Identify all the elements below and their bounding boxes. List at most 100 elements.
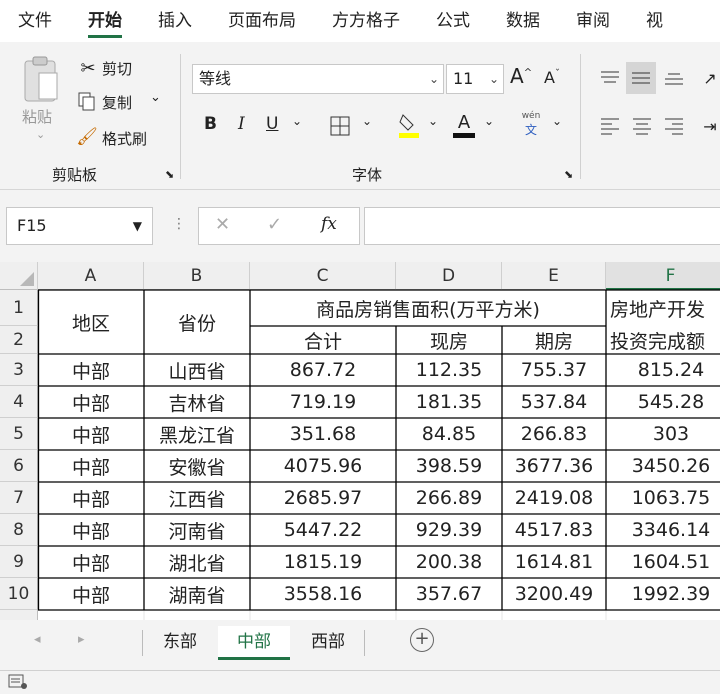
header-future[interactable]: 期房 xyxy=(502,326,606,354)
cell-region[interactable]: 中部 xyxy=(38,386,144,418)
confirm-icon[interactable]: ✓ xyxy=(267,214,282,235)
tab-insert[interactable]: 插入 xyxy=(140,0,210,42)
align-top-icon[interactable] xyxy=(596,64,624,92)
cell-region[interactable]: 中部 xyxy=(38,482,144,514)
cell-investment[interactable]: 1063.75 xyxy=(606,482,720,514)
cell-province[interactable]: 黑龙江省 xyxy=(144,418,250,450)
cell-province[interactable]: 安徽省 xyxy=(144,450,250,482)
underline-chevron-down-icon[interactable]: ⌄ xyxy=(292,114,302,128)
cell-region[interactable]: 中部 xyxy=(38,354,144,386)
header-total[interactable]: 合计 xyxy=(250,326,396,354)
cell-investment[interactable]: 545.28 xyxy=(606,386,720,418)
border-icon[interactable] xyxy=(328,114,352,138)
cell-investment[interactable]: 1604.51 xyxy=(606,546,720,578)
row-header-10[interactable]: 10 xyxy=(0,578,38,610)
cell-region[interactable]: 中部 xyxy=(38,418,144,450)
formula-bar-divider-icon[interactable]: ⋮ xyxy=(172,216,186,232)
tab-file[interactable]: 文件 xyxy=(0,0,70,42)
select-all-corner[interactable] xyxy=(0,262,38,290)
cell-existing[interactable]: 200.38 xyxy=(396,546,502,578)
macro-record-icon[interactable] xyxy=(8,674,28,690)
align-bottom-icon[interactable] xyxy=(660,64,688,92)
cell-future[interactable]: 3677.36 xyxy=(502,450,606,482)
sheet-tab-east[interactable]: 东部 xyxy=(146,626,214,660)
row-header-1[interactable]: 1 xyxy=(0,290,38,326)
cell-investment[interactable]: 1992.39 xyxy=(606,578,720,610)
indent-icon[interactable]: ⇥ xyxy=(700,112,720,140)
sheet-tab-west[interactable]: 西部 xyxy=(294,626,362,660)
tab-page-layout[interactable]: 页面布局 xyxy=(210,0,314,42)
cell-total[interactable]: 3558.16 xyxy=(250,578,396,610)
cell-province[interactable]: 河南省 xyxy=(144,514,250,546)
column-header-e[interactable]: E xyxy=(502,262,606,290)
font-name-select[interactable]: 等线 ⌄ xyxy=(192,64,444,94)
header-sales-area[interactable]: 商品房销售面积(万平方米) xyxy=(250,290,606,326)
align-left-icon[interactable] xyxy=(596,112,624,140)
tab-formulas[interactable]: 公式 xyxy=(418,0,488,42)
header-investment-line2[interactable]: 投资完成额 xyxy=(610,326,720,354)
chevron-down-icon[interactable]: ▼ xyxy=(133,208,142,244)
tab-review[interactable]: 审阅 xyxy=(558,0,628,42)
tab-fangfang[interactable]: 方方格子 xyxy=(314,0,418,42)
cell-province[interactable]: 江西省 xyxy=(144,482,250,514)
cell-future[interactable]: 2419.08 xyxy=(502,482,606,514)
column-header-d[interactable]: D xyxy=(396,262,502,290)
formula-input[interactable] xyxy=(364,207,720,245)
cell-region[interactable]: 中部 xyxy=(38,546,144,578)
header-province[interactable]: 省份 xyxy=(144,290,250,354)
column-header-a[interactable]: A xyxy=(38,262,144,290)
cell-investment[interactable]: 815.24 xyxy=(606,354,720,386)
column-header-f[interactable]: F xyxy=(606,262,720,290)
copy-button[interactable]: 复制 xyxy=(102,92,132,113)
copy-chevron-down-icon[interactable]: ⌄ xyxy=(150,90,161,105)
cell-total[interactable]: 5447.22 xyxy=(250,514,396,546)
text-orientation-icon[interactable]: ↗ xyxy=(700,64,720,92)
row-header-7[interactable]: 7 xyxy=(0,482,38,514)
fill-color-icon[interactable] xyxy=(396,110,422,140)
cell-existing[interactable]: 112.35 xyxy=(396,354,502,386)
paste-chevron-down-icon[interactable]: ⌄ xyxy=(36,128,45,141)
header-investment-line1[interactable]: 房地产开发 xyxy=(610,290,720,326)
cell-total[interactable]: 1815.19 xyxy=(250,546,396,578)
sheet-tab-central[interactable]: 中部 xyxy=(218,626,290,660)
tab-home[interactable]: 开始 xyxy=(70,0,140,42)
cell-future[interactable]: 266.83 xyxy=(502,418,606,450)
name-box[interactable]: F15 ▼ xyxy=(6,207,153,245)
cell-total[interactable]: 351.68 xyxy=(250,418,396,450)
prev-sheet-icon[interactable]: ◂ xyxy=(34,632,41,647)
bold-button[interactable]: B xyxy=(204,114,217,134)
align-right-icon[interactable] xyxy=(660,112,688,140)
format-painter-button[interactable]: 格式刷 xyxy=(102,128,147,149)
tab-view[interactable]: 视 xyxy=(628,0,681,42)
cell-existing[interactable]: 266.89 xyxy=(396,482,502,514)
italic-button[interactable]: I xyxy=(238,114,245,134)
pinyin-icon[interactable]: wén 文 xyxy=(518,110,544,138)
cell-future[interactable]: 1614.81 xyxy=(502,546,606,578)
tab-data[interactable]: 数据 xyxy=(488,0,558,42)
cell-investment[interactable]: 3450.26 xyxy=(606,450,720,482)
cell-existing[interactable]: 84.85 xyxy=(396,418,502,450)
row-header-9[interactable]: 9 xyxy=(0,546,38,578)
row-header-2[interactable]: 2 xyxy=(0,326,38,354)
font-launcher-icon[interactable]: ⬊ xyxy=(564,168,573,181)
cell-region[interactable]: 中部 xyxy=(38,450,144,482)
cell-future[interactable]: 537.84 xyxy=(502,386,606,418)
cell-future[interactable]: 755.37 xyxy=(502,354,606,386)
cell-investment[interactable]: 3346.14 xyxy=(606,514,720,546)
fill-color-chevron-down-icon[interactable]: ⌄ xyxy=(428,114,438,128)
shrink-font-button[interactable]: Aˇ xyxy=(544,68,560,87)
next-sheet-icon[interactable]: ▸ xyxy=(78,632,85,647)
border-chevron-down-icon[interactable]: ⌄ xyxy=(362,114,372,128)
column-header-b[interactable]: B xyxy=(144,262,250,290)
font-color-icon[interactable]: A xyxy=(452,110,476,140)
cell-province[interactable]: 湖南省 xyxy=(144,578,250,610)
cell-existing[interactable]: 398.59 xyxy=(396,450,502,482)
paste-icon[interactable] xyxy=(18,54,64,106)
cancel-icon[interactable]: ✕ xyxy=(215,214,230,235)
font-color-chevron-down-icon[interactable]: ⌄ xyxy=(484,114,494,128)
cut-button[interactable]: 剪切 xyxy=(102,58,132,79)
cell-region[interactable]: 中部 xyxy=(38,578,144,610)
row-header-3[interactable]: 3 xyxy=(0,354,38,386)
grow-font-button[interactable]: A^ xyxy=(510,64,532,88)
cell-existing[interactable]: 181.35 xyxy=(396,386,502,418)
